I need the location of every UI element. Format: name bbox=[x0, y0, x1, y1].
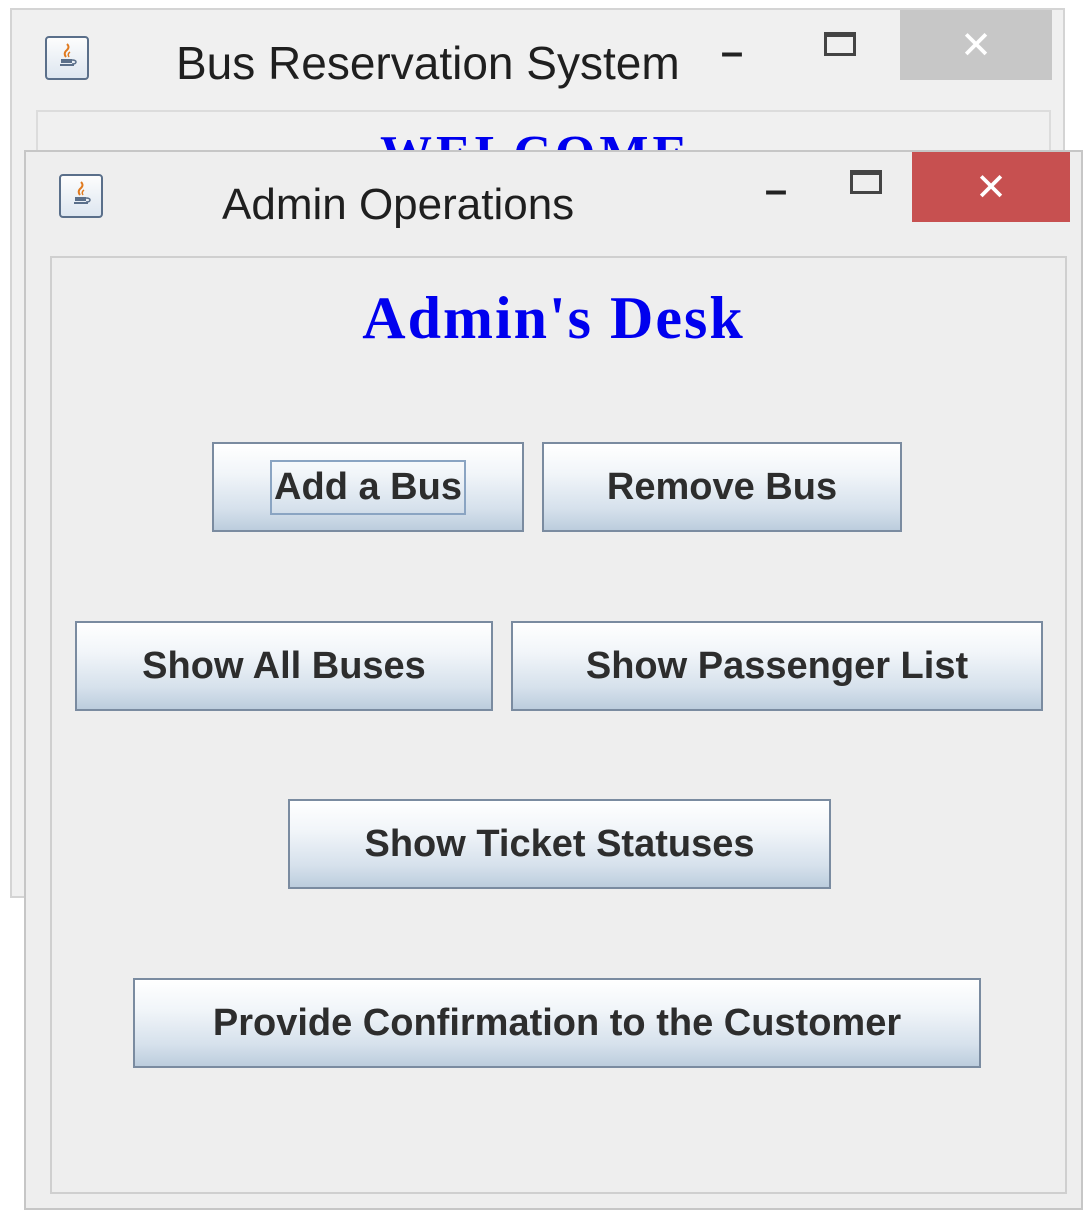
show-passenger-list-label: Show Passenger List bbox=[585, 644, 969, 687]
provide-confirmation-label: Provide Confirmation to the Customer bbox=[212, 1001, 902, 1044]
show-ticket-statuses-label: Show Ticket Statuses bbox=[364, 822, 755, 865]
remove-bus-label: Remove Bus bbox=[606, 465, 838, 508]
provide-confirmation-button[interactable]: Provide Confirmation to the Customer bbox=[133, 978, 981, 1068]
window-title: Admin Operations bbox=[222, 180, 575, 229]
minimize-icon[interactable]: – bbox=[756, 170, 796, 210]
minimize-icon[interactable]: – bbox=[712, 32, 752, 72]
window-title: Bus Reservation System bbox=[176, 37, 680, 89]
add-bus-button[interactable]: Add a Bus bbox=[212, 442, 524, 532]
page-title: Admin's Desk bbox=[362, 285, 745, 351]
maximize-icon[interactable] bbox=[824, 32, 856, 56]
close-icon[interactable]: ✕ bbox=[912, 152, 1070, 222]
close-icon[interactable]: ✕ bbox=[900, 10, 1052, 80]
admin-operations-titlebar[interactable]: Admin Operations – ✕ bbox=[26, 152, 1081, 252]
show-ticket-statuses-button[interactable]: Show Ticket Statuses bbox=[288, 799, 831, 889]
remove-bus-button[interactable]: Remove Bus bbox=[542, 442, 902, 532]
java-coffee-icon bbox=[45, 36, 89, 80]
show-all-buses-button[interactable]: Show All Buses bbox=[75, 621, 493, 711]
maximize-icon[interactable] bbox=[850, 170, 882, 194]
show-passenger-list-button[interactable]: Show Passenger List bbox=[511, 621, 1043, 711]
bus-reservation-titlebar[interactable]: Bus Reservation System – ✕ bbox=[12, 10, 1063, 110]
admin-operations-window: Admin Operations – ✕ Admin's Desk Add a … bbox=[24, 150, 1083, 1210]
show-all-buses-label: Show All Buses bbox=[142, 644, 426, 687]
java-coffee-icon bbox=[59, 174, 103, 218]
add-bus-label: Add a Bus bbox=[270, 459, 466, 515]
